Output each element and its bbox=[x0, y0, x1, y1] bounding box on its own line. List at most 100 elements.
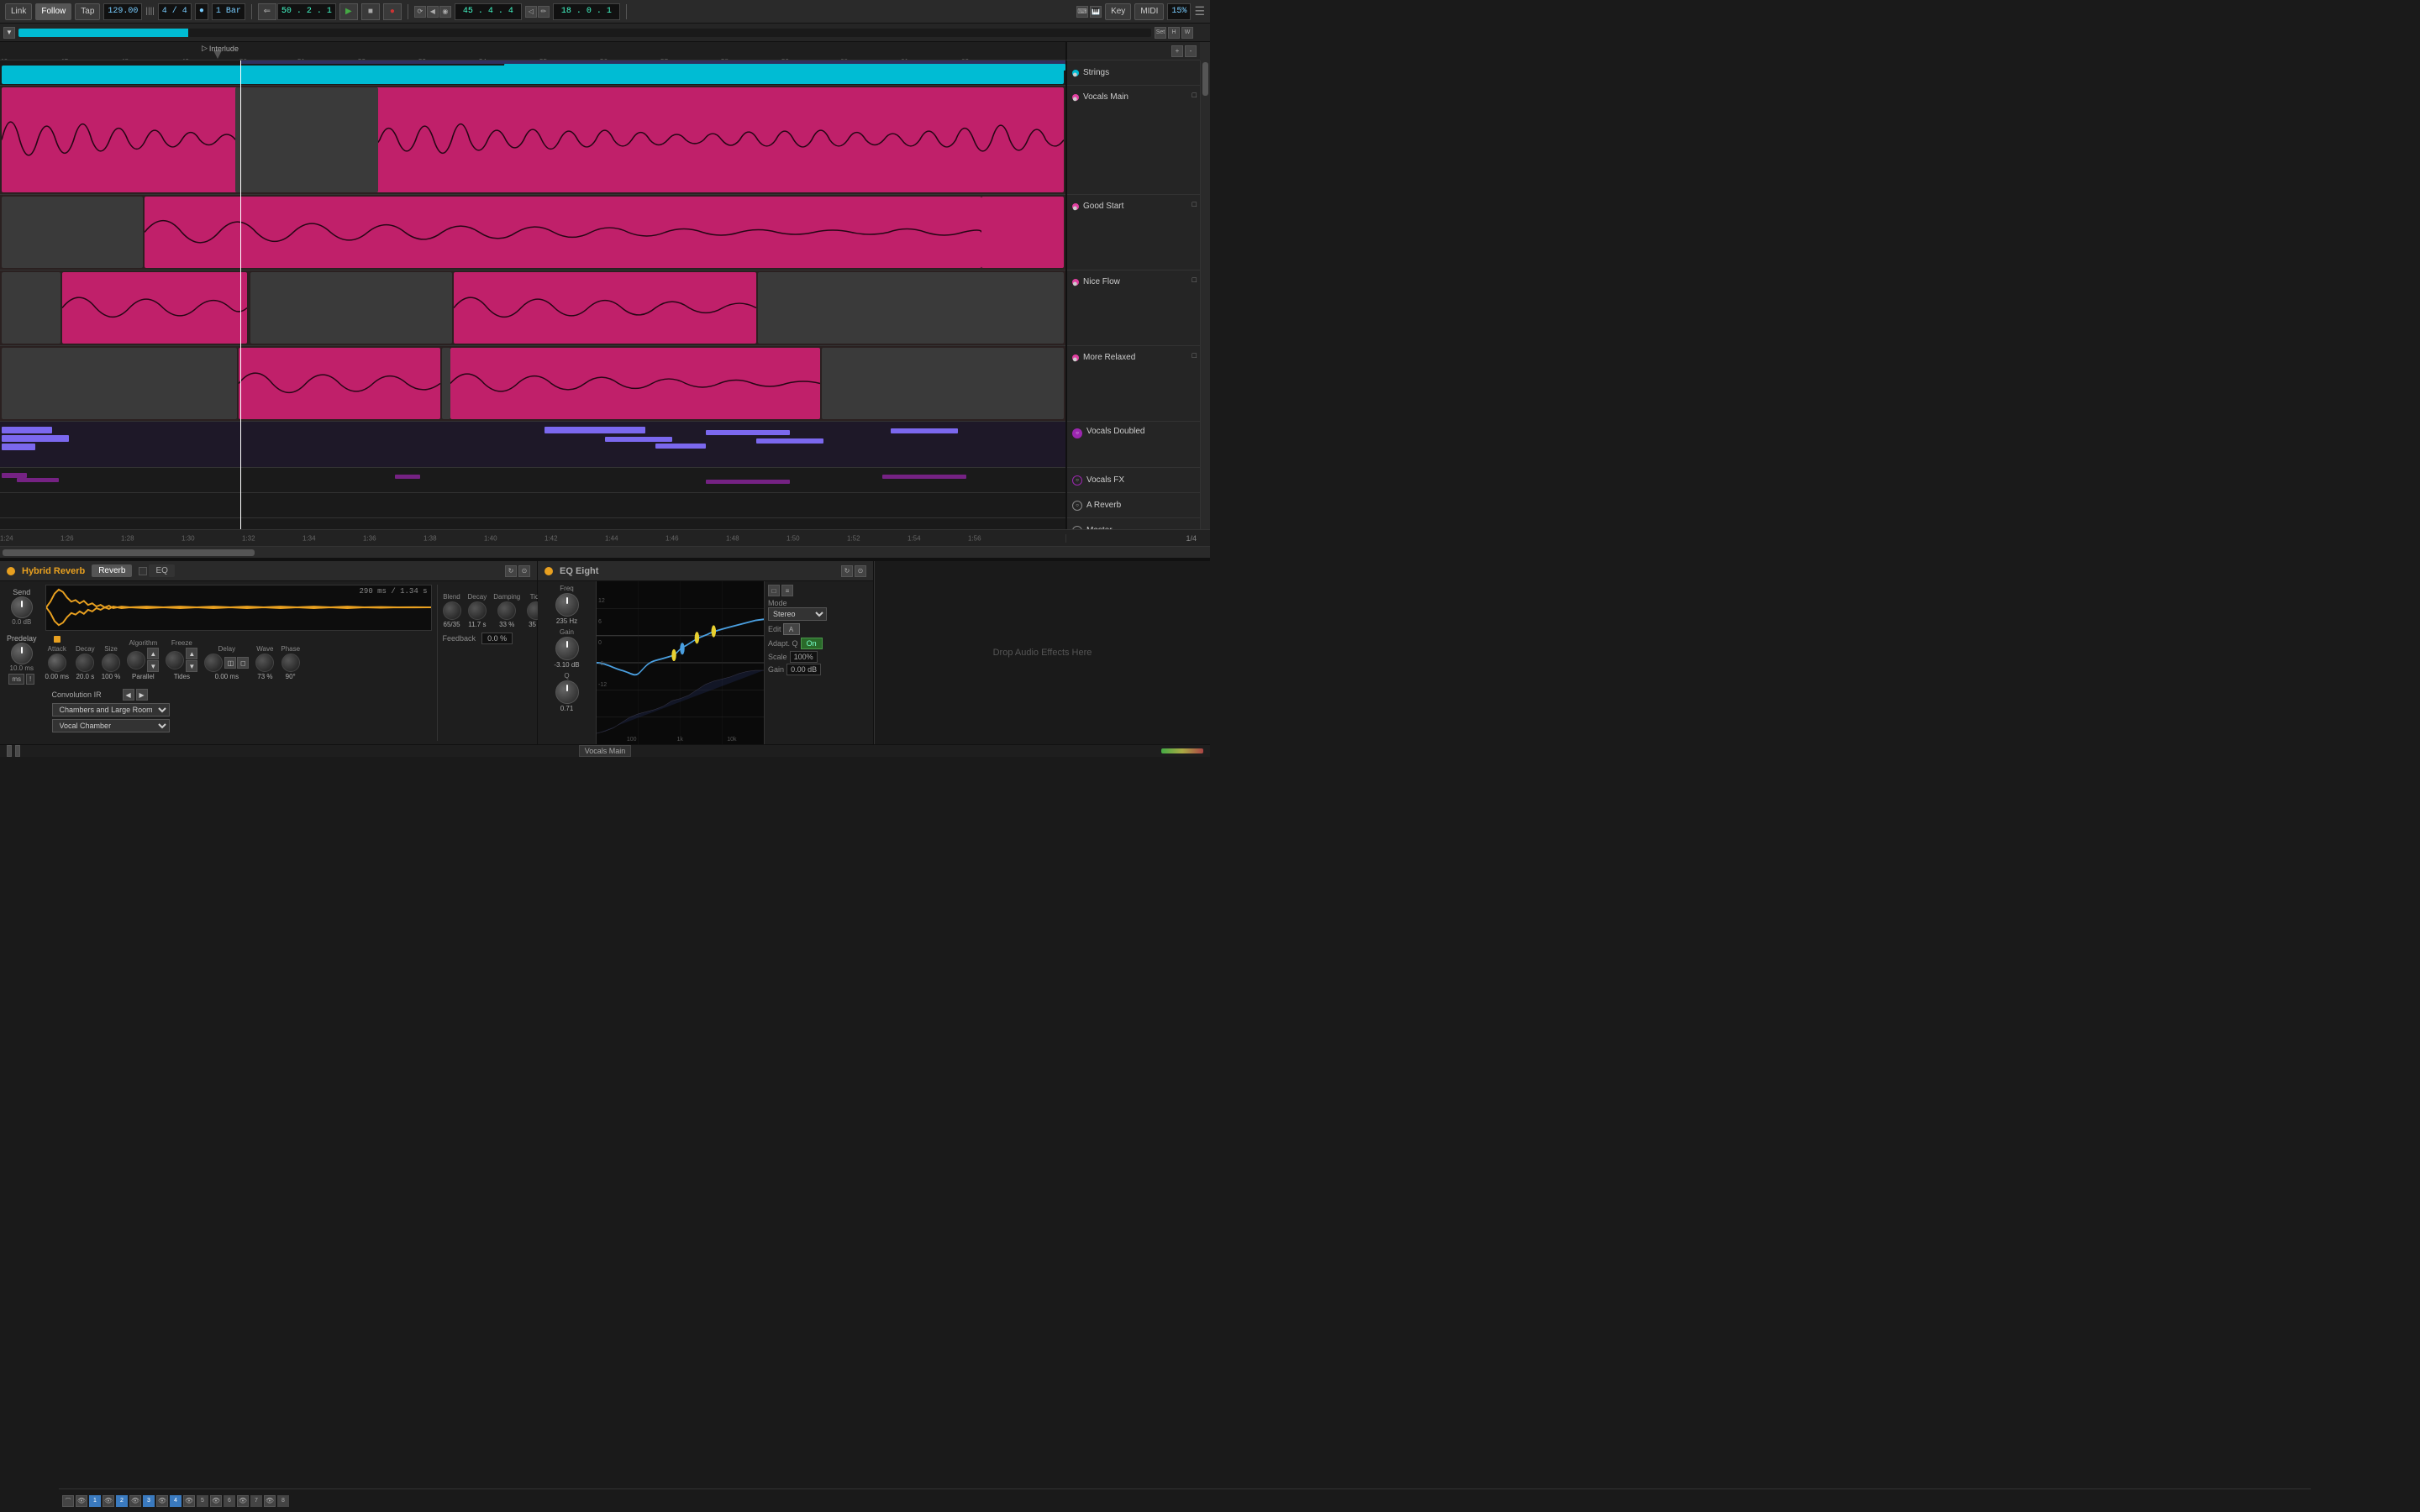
track-panel-master[interactable]: ○ Master bbox=[1067, 518, 1200, 529]
reverb-cycle-icon[interactable]: ↻ bbox=[505, 565, 517, 577]
eq-cycle-icon[interactable]: ↻ bbox=[841, 565, 853, 577]
fx-note2[interactable] bbox=[17, 478, 59, 482]
track-name-button[interactable]: Vocals Main bbox=[579, 745, 632, 757]
eq-icon1[interactable]: □ bbox=[768, 585, 780, 596]
eq-tab[interactable]: EQ bbox=[149, 564, 174, 577]
phase-knob[interactable] bbox=[281, 654, 300, 672]
nice-flow-clip1[interactable] bbox=[62, 272, 247, 344]
algo-down[interactable]: ▼ bbox=[147, 660, 159, 672]
midi-button[interactable]: MIDI bbox=[1134, 3, 1164, 20]
ir-left[interactable]: ◀ bbox=[123, 689, 134, 701]
ir-right[interactable]: ▶ bbox=[136, 689, 148, 701]
loop-in-icon[interactable]: ◁ bbox=[525, 6, 537, 18]
q-knob[interactable] bbox=[555, 680, 579, 704]
h-icon[interactable]: H bbox=[1168, 27, 1180, 39]
bpm-display[interactable]: 129.00 bbox=[103, 3, 142, 20]
position3-display[interactable]: 18 . 0 . 1 bbox=[553, 3, 620, 20]
algorithm-knob[interactable] bbox=[127, 651, 145, 669]
fx-note5[interactable] bbox=[882, 475, 966, 479]
h-scrollbar[interactable] bbox=[0, 546, 1210, 558]
strings-clip2[interactable] bbox=[504, 64, 1065, 71]
menu-button[interactable]: ☰ bbox=[1194, 4, 1205, 18]
collapse-button[interactable]: ▼ bbox=[3, 27, 15, 39]
stop-button[interactable]: ■ bbox=[361, 3, 380, 20]
follow-button[interactable]: Follow bbox=[35, 3, 71, 20]
room-type-selector[interactable]: Chambers and Large Rooms bbox=[52, 703, 170, 717]
damping-knob[interactable] bbox=[497, 601, 516, 620]
reverb-tab[interactable]: Reverb bbox=[92, 564, 132, 577]
eq-settings-icon[interactable]: ⊙ bbox=[855, 565, 866, 577]
track-panel-a-reverb[interactable]: ○ A Reverb bbox=[1067, 493, 1200, 518]
track-panel-vocals-main[interactable]: ● Vocals Main □ bbox=[1067, 86, 1200, 195]
edit-select[interactable]: A bbox=[783, 623, 800, 635]
track-panel-vocals-doubled[interactable]: ○ Vocals Doubled bbox=[1067, 422, 1200, 468]
minus-icon[interactable]: - bbox=[1185, 45, 1197, 57]
play-button[interactable]: ▶ bbox=[339, 3, 358, 20]
vd-note5[interactable] bbox=[605, 437, 672, 442]
decay-knob[interactable] bbox=[76, 654, 94, 672]
blend-knob[interactable] bbox=[443, 601, 461, 620]
pencil-icon[interactable]: ✏ bbox=[538, 6, 550, 18]
track-panel-nice-flow[interactable]: ● Nice Flow □ bbox=[1067, 270, 1200, 346]
punch-icon[interactable]: ◀ bbox=[427, 6, 439, 18]
track-panel-vocals-fx[interactable]: ○ Vocals FX bbox=[1067, 468, 1200, 493]
track-panel-strings[interactable]: ● Strings bbox=[1067, 60, 1200, 86]
excl-button[interactable]: ! bbox=[26, 674, 34, 685]
attack-knob[interactable] bbox=[48, 654, 66, 672]
overview-bar[interactable] bbox=[18, 29, 1151, 37]
wave-knob[interactable] bbox=[255, 654, 274, 672]
v-scrollbar-thumb[interactable] bbox=[1202, 62, 1208, 96]
vd-note1[interactable] bbox=[2, 427, 52, 433]
v-scrollbar[interactable] bbox=[1200, 60, 1210, 529]
gain-knob[interactable] bbox=[555, 637, 579, 660]
more-relaxed-clip1[interactable] bbox=[239, 348, 440, 419]
piano-icon[interactable]: 🎹 bbox=[1090, 6, 1102, 18]
eq-tab-checkbox[interactable] bbox=[139, 567, 147, 575]
click-icon[interactable]: ◉ bbox=[439, 6, 451, 18]
ir-name-selector[interactable]: Vocal Chamber bbox=[52, 719, 170, 732]
fx-note4[interactable] bbox=[706, 480, 790, 484]
vd-note2[interactable] bbox=[2, 435, 69, 442]
computer-icon[interactable]: ⌨ bbox=[1076, 6, 1088, 18]
delay-knob[interactable] bbox=[204, 654, 223, 672]
track-panel-more-relaxed[interactable]: ● More Relaxed □ bbox=[1067, 346, 1200, 422]
time-sig-display[interactable]: 4 / 4 bbox=[158, 3, 192, 20]
nice-flow-clip2[interactable] bbox=[454, 272, 756, 344]
freq-knob[interactable] bbox=[555, 593, 579, 617]
freeze-down[interactable]: ▼ bbox=[186, 660, 197, 672]
vd-note9[interactable] bbox=[891, 428, 958, 433]
vocals-main-clip[interactable] bbox=[2, 87, 1064, 192]
zoom-display[interactable]: 15% bbox=[1167, 3, 1191, 20]
vd-note3[interactable] bbox=[2, 444, 35, 450]
algo-up[interactable]: ▲ bbox=[147, 648, 159, 659]
vd-note6[interactable] bbox=[655, 444, 706, 449]
plus-icon[interactable]: + bbox=[1171, 45, 1183, 57]
position2-display[interactable]: 45 . 4 . 4 bbox=[455, 3, 522, 20]
ms-button[interactable]: ms bbox=[8, 674, 24, 685]
size-knob[interactable] bbox=[102, 654, 120, 672]
predelay-knob[interactable] bbox=[11, 643, 33, 664]
h-scrollbar-thumb[interactable] bbox=[3, 549, 255, 556]
key-button[interactable]: Key bbox=[1105, 3, 1131, 20]
link-button[interactable]: Link bbox=[5, 3, 32, 20]
timeline-ruler[interactable]: ▷ Interlude 46 47 48 49 50 51 52 53 bbox=[0, 42, 1065, 60]
loop-icon[interactable]: ⟳ bbox=[414, 6, 426, 18]
freeze-up[interactable]: ▲ bbox=[186, 648, 197, 659]
good-start-clip[interactable] bbox=[145, 197, 981, 268]
decay2-knob[interactable] bbox=[468, 601, 487, 620]
quantize-display[interactable]: 1 Bar bbox=[212, 3, 245, 20]
mode-select[interactable]: Stereo bbox=[768, 607, 827, 621]
position-display[interactable]: 50 . 2 . 1 bbox=[277, 3, 336, 20]
transport-arrow[interactable]: ⇐ bbox=[258, 3, 276, 20]
reverb-settings-icon[interactable]: ⊙ bbox=[518, 565, 530, 577]
eq-display[interactable]: 12 6 0 -6 -12 100 1k 10k bbox=[597, 581, 764, 744]
fx-note3[interactable] bbox=[395, 475, 420, 479]
delay-icon2[interactable]: ◻ bbox=[237, 657, 249, 669]
adapt-q-on-button[interactable]: On bbox=[801, 638, 823, 649]
vd-note7[interactable] bbox=[706, 430, 790, 435]
record-button[interactable]: ● bbox=[383, 3, 402, 20]
good-start-clip2[interactable] bbox=[981, 197, 1064, 268]
set-icon[interactable]: Set bbox=[1155, 27, 1166, 39]
tap-button[interactable]: Tap bbox=[75, 3, 100, 20]
vd-note8[interactable] bbox=[756, 438, 823, 444]
